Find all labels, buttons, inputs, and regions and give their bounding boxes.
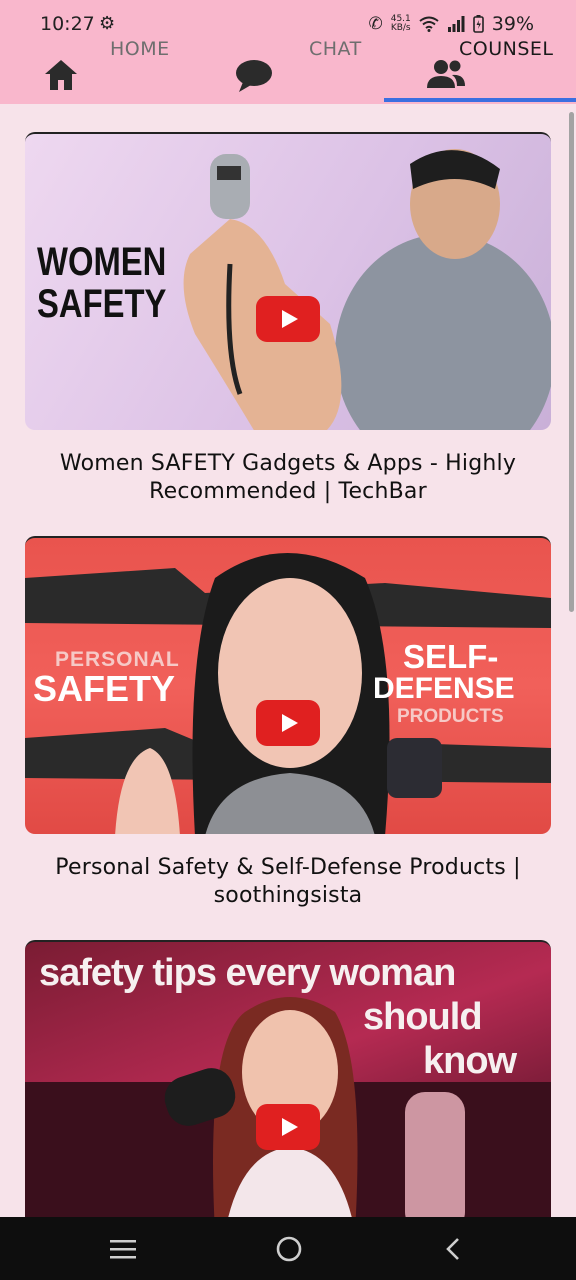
active-tab-indicator xyxy=(384,98,576,102)
chat-bubble-icon xyxy=(236,60,272,92)
video-thumbnail[interactable]: PERSONAL SAFETY SELF- DEFENSE PRODUCTS xyxy=(25,536,551,834)
wifi-icon xyxy=(419,16,439,32)
tab-chat[interactable]: CHAT xyxy=(192,36,384,104)
play-button-icon[interactable] xyxy=(256,700,320,746)
thumbnail-text-line: know xyxy=(423,1040,517,1082)
people-icon xyxy=(427,60,465,88)
tab-counsel[interactable]: COUNSEL xyxy=(384,36,576,104)
play-button-icon[interactable] xyxy=(256,1104,320,1150)
video-title[interactable]: Women SAFETY Gadgets & Apps - Highly Rec… xyxy=(25,450,551,506)
thumbnail-text-line: DEFENSE xyxy=(373,672,515,705)
tab-counsel-label: COUNSEL xyxy=(459,38,554,60)
tab-chat-label: CHAT xyxy=(309,38,362,60)
video-card[interactable]: safety tips every woman should know xyxy=(25,940,551,1217)
tab-home-label: HOME xyxy=(110,38,170,60)
play-button-icon[interactable] xyxy=(256,296,320,342)
video-title[interactable]: Personal Safety & Self-Defense Products … xyxy=(25,854,551,910)
thumbnail-text-line: WOMEN xyxy=(37,240,167,284)
scrollbar[interactable] xyxy=(569,112,574,612)
thumbnail-text-line: SAFETY xyxy=(37,282,167,326)
call-icon: ✆ xyxy=(368,14,383,34)
back-icon[interactable] xyxy=(444,1237,462,1261)
system-nav-bar xyxy=(0,1217,576,1280)
app-header: 10:27 ⚙ ✆ 45.1 KB/s 39% HOME CHAT COUNSE… xyxy=(0,0,576,104)
thumbnail-text-line: SAFETY xyxy=(33,668,176,709)
video-card[interactable]: PERSONAL SAFETY SELF- DEFENSE PRODUCTS P… xyxy=(25,536,551,910)
thumbnail-text-line: safety tips every woman xyxy=(39,952,456,994)
network-speed: 45.1 KB/s xyxy=(391,15,411,33)
video-thumbnail[interactable]: WOMEN SAFETY xyxy=(25,132,551,430)
thumbnail-text-line: PRODUCTS xyxy=(397,706,504,727)
tab-home[interactable]: HOME xyxy=(0,36,192,104)
battery-charging-icon xyxy=(472,15,484,33)
settings-gear-icon: ⚙ xyxy=(99,13,116,34)
video-card[interactable]: WOMEN SAFETY Women SAFETY Gadgets & Apps… xyxy=(25,132,551,506)
video-thumbnail[interactable]: safety tips every woman should know xyxy=(25,940,551,1217)
speed-unit: KB/s xyxy=(390,23,411,33)
home-icon xyxy=(45,60,77,90)
signal-icon xyxy=(447,16,465,32)
video-list[interactable]: WOMEN SAFETY Women SAFETY Gadgets & Apps… xyxy=(0,104,576,1217)
menu-icon[interactable] xyxy=(110,1239,136,1259)
home-circle-icon[interactable] xyxy=(275,1235,303,1263)
thumbnail-text-line: should xyxy=(363,996,483,1038)
battery-percent: 39% xyxy=(491,13,534,35)
thumbnail-text-line: SELF- xyxy=(403,638,499,675)
status-time: 10:27 xyxy=(40,13,95,35)
status-right: ✆ 45.1 KB/s 39% xyxy=(368,13,534,35)
